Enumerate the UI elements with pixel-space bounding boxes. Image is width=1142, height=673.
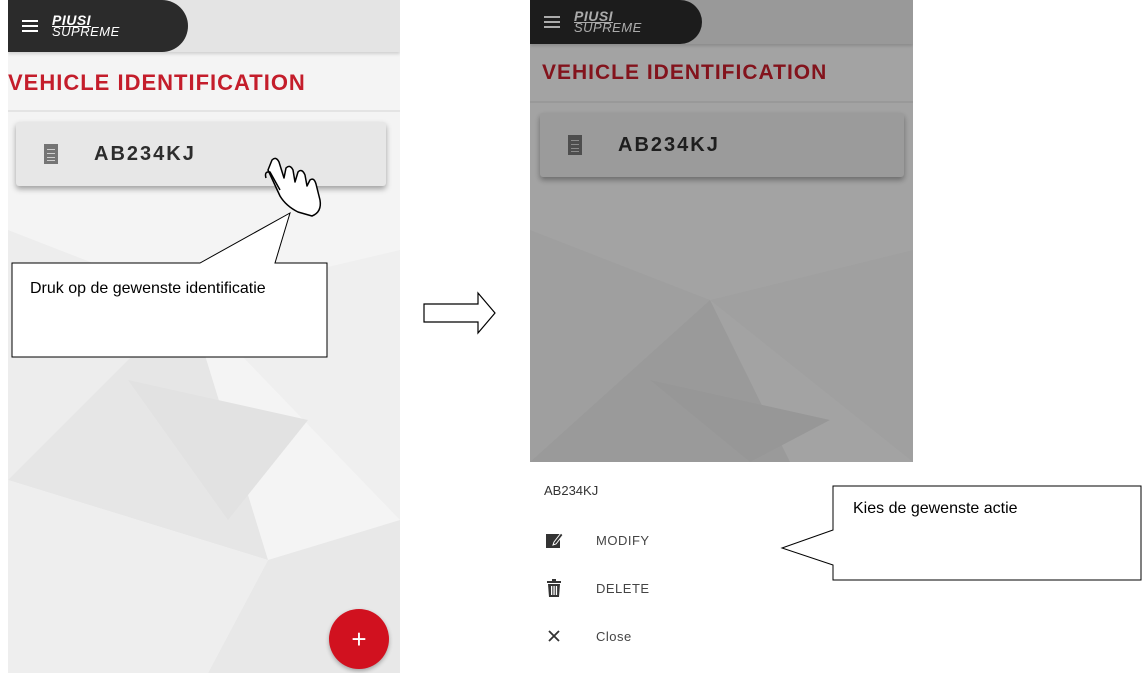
annotation-layer-right [780,485,1142,581]
right-callout-text: Kies de gewenste actie [853,500,1018,517]
